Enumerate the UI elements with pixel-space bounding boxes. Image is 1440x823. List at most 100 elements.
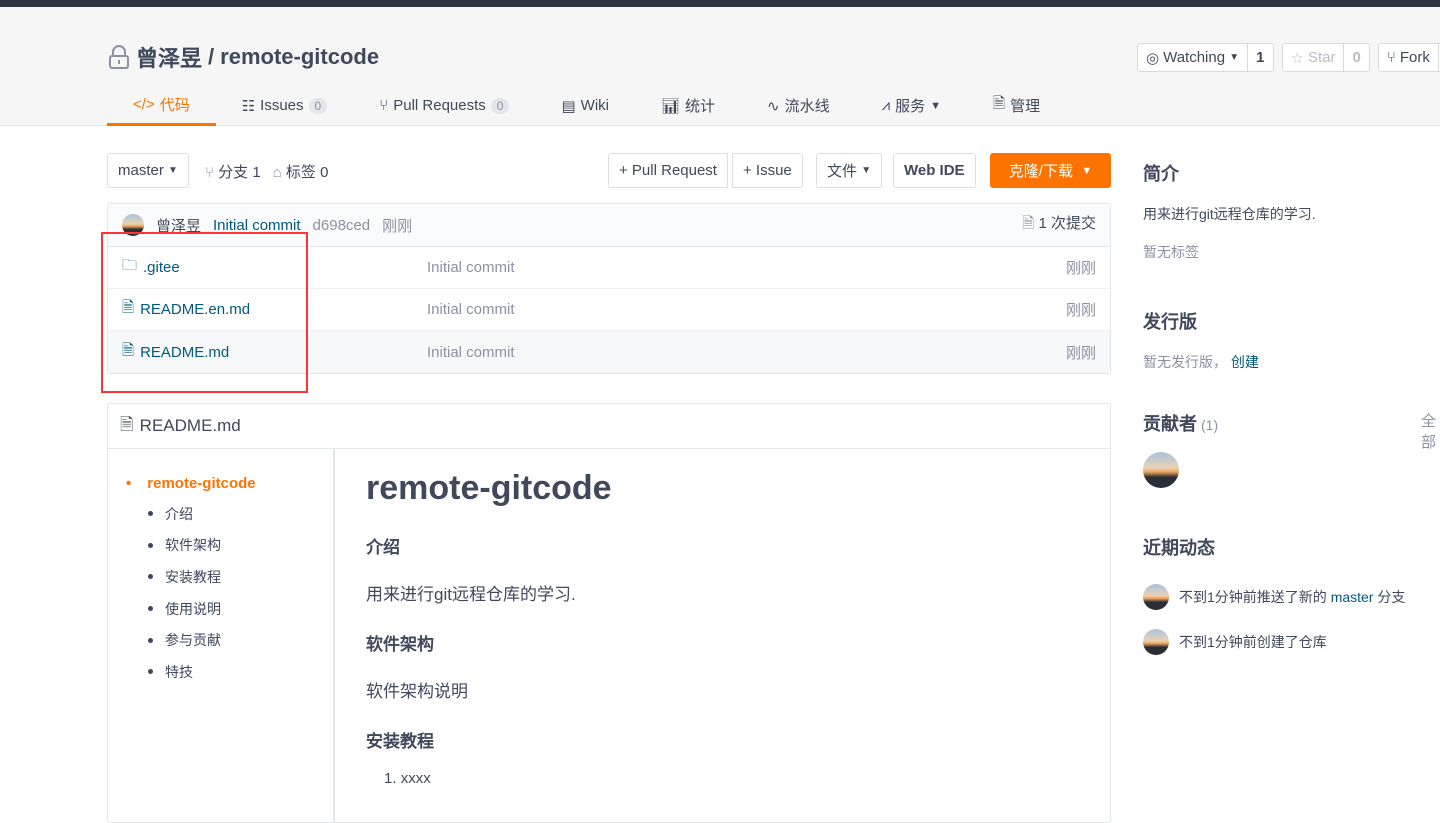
toc-label: 参与贡献 bbox=[165, 632, 221, 649]
fork-button[interactable]: ⑂ Fork bbox=[1377, 43, 1440, 72]
star-count[interactable]: 0 bbox=[1343, 44, 1368, 71]
repo-owner[interactable]: 曾泽昱 bbox=[136, 41, 202, 73]
new-pr-button[interactable]: + Pull Request bbox=[608, 153, 728, 188]
watch-button[interactable]: ◎ Watching ▼ 1 bbox=[1137, 43, 1274, 72]
web-ide-button[interactable]: Web IDE bbox=[893, 153, 976, 188]
release-title: 发行版 bbox=[1143, 312, 1197, 332]
avatar[interactable] bbox=[1143, 629, 1169, 655]
branch-select[interactable]: master ▼ bbox=[107, 153, 189, 188]
branch-icon: ⑂ bbox=[205, 164, 219, 181]
activity-text: 不到1分钟前创建了仓库 bbox=[1179, 634, 1327, 650]
avatar[interactable] bbox=[1143, 584, 1169, 610]
book-icon: ▤ bbox=[561, 97, 576, 115]
tab-wiki[interactable]: ▤ Wiki bbox=[535, 85, 635, 126]
highlight-annotation-box bbox=[101, 232, 308, 393]
tab-services[interactable]: ⩘ 服务 ▼ bbox=[856, 85, 967, 126]
repo-tabs: </> 代码 ☷ Issues 0 ⑂ Pull Requests 0 ▤ Wiki 📊︎ 统… bbox=[107, 85, 1066, 126]
readme-heading: 介绍 bbox=[366, 538, 400, 557]
caret-down-icon: ▼ bbox=[861, 165, 872, 176]
toc-item[interactable]: 参与贡献 bbox=[108, 624, 333, 656]
activity-title: 近期动态 bbox=[1143, 538, 1215, 558]
issues-icon: ☷ bbox=[241, 97, 256, 115]
file-time: 刚刚 bbox=[1065, 344, 1096, 362]
toc-label: 软件架构 bbox=[165, 537, 221, 554]
commit-list-icon: 🗎︎ bbox=[1022, 215, 1039, 232]
readme-content: remote-gitcode 介绍 用来进行git远程仓库的学习. 软件架构 软… bbox=[366, 449, 612, 787]
readme-paragraph: 软件架构说明 bbox=[366, 682, 468, 701]
file-text-icon: 🗎︎ bbox=[120, 414, 134, 434]
tab-pull-requests[interactable]: ⑂ Pull Requests 0 bbox=[353, 85, 535, 126]
repo-sidebar: 简介 用来进行git远程仓库的学习. 暂无标签 发行版 暂无发行版， 创建 贡献… bbox=[1143, 150, 1440, 655]
commit-count-link[interactable]: 🗎︎ 1 次提交 bbox=[1022, 212, 1096, 238]
toc-item[interactable]: 软件架构 bbox=[108, 530, 333, 562]
tab-stats[interactable]: 📊︎ 统计 bbox=[635, 85, 741, 126]
branch-label: master bbox=[118, 162, 164, 179]
caret-down-icon: ▼ bbox=[1081, 164, 1093, 177]
no-tags-text: 暂无标签 bbox=[1143, 244, 1199, 260]
pr-count: 0 bbox=[490, 97, 510, 114]
file-time: 刚刚 bbox=[1065, 260, 1096, 277]
file-commit-msg[interactable]: Initial commit bbox=[427, 344, 515, 361]
star-icon: ☆ bbox=[1290, 49, 1304, 67]
readme-filename: README.md bbox=[139, 416, 241, 435]
toc-item[interactable]: 介绍 bbox=[108, 498, 333, 530]
tab-pipeline[interactable]: ∿ 流水线 bbox=[741, 85, 856, 126]
tab-code[interactable]: </> 代码 bbox=[107, 85, 216, 126]
toc-item[interactable]: 使用说明 bbox=[108, 593, 333, 625]
caret-down-icon: ▼ bbox=[168, 165, 178, 176]
new-issue-button[interactable]: + Issue bbox=[732, 153, 803, 188]
create-release-link[interactable]: 创建 bbox=[1231, 354, 1259, 370]
readme-list-item: 1. xxxx bbox=[384, 770, 431, 787]
toc-label: 特技 bbox=[165, 663, 193, 680]
repo-toolbar: master ▼ ⑂ 分支 1 ⌂ 标签 0 + Pull Request + … bbox=[107, 153, 1111, 188]
watch-count[interactable]: 1 bbox=[1247, 44, 1272, 71]
file-time: 刚刚 bbox=[1065, 302, 1096, 319]
star-button[interactable]: ☆ Star 0 bbox=[1281, 43, 1370, 72]
tab-label: Wiki bbox=[580, 97, 609, 114]
clone-label: 克隆/下载 bbox=[1008, 163, 1073, 180]
issues-count: 0 bbox=[308, 97, 328, 114]
readme-paragraph: 用来进行git远程仓库的学习. bbox=[366, 585, 576, 604]
pull-request-icon: ⑂ bbox=[379, 97, 389, 114]
watch-label: Watching bbox=[1163, 49, 1226, 66]
clone-download-button[interactable]: 克隆/下载 ▼ bbox=[990, 153, 1111, 188]
tab-issues[interactable]: ☷ Issues 0 bbox=[216, 85, 354, 126]
tab-label: Issues bbox=[260, 97, 304, 114]
star-label: Star bbox=[1307, 49, 1336, 66]
commit-message[interactable]: Initial commit bbox=[213, 217, 301, 234]
tags-label: 标签 0 bbox=[285, 164, 329, 181]
caret-down-icon: ▼ bbox=[930, 99, 942, 112]
tab-label: 流水线 bbox=[784, 98, 830, 115]
branches-label: 分支 1 bbox=[218, 164, 261, 181]
settings-doc-icon: 🗎︎ bbox=[993, 95, 1006, 112]
toc-item[interactable]: 安装教程 bbox=[108, 561, 333, 593]
tab-label: 代码 bbox=[159, 96, 190, 114]
toc-item[interactable]: 特技 bbox=[108, 656, 333, 688]
toc-label: remote-gitcode bbox=[147, 475, 256, 492]
lock-icon bbox=[109, 45, 129, 69]
toc-label: 使用说明 bbox=[165, 600, 221, 617]
chart-icon: 📊︎ bbox=[660, 97, 681, 115]
toc-label: 介绍 bbox=[165, 505, 193, 522]
file-menu-button[interactable]: 文件 ▼ bbox=[816, 153, 883, 188]
fork-label: Fork bbox=[1399, 49, 1430, 66]
eye-icon: ◎ bbox=[1146, 49, 1160, 67]
all-contributors-link[interactable]: 全部 bbox=[1421, 410, 1440, 452]
repo-name[interactable]: remote-gitcode bbox=[220, 44, 379, 70]
branch-link[interactable]: master bbox=[1331, 589, 1374, 605]
file-label: 文件 bbox=[827, 163, 858, 180]
tab-label: 统计 bbox=[685, 98, 716, 115]
toc-item[interactable]: • remote-gitcode bbox=[108, 475, 333, 492]
branches-link[interactable]: ⑂ 分支 1 bbox=[205, 161, 261, 182]
repo-title: 曾泽昱 / remote-gitcode bbox=[108, 41, 379, 73]
contributor-avatar[interactable] bbox=[1143, 452, 1179, 488]
readme-header: 🗎︎ README.md bbox=[108, 404, 1110, 449]
commit-hash[interactable]: d698ced bbox=[313, 217, 371, 234]
tags-link[interactable]: ⌂ 标签 0 bbox=[273, 161, 329, 182]
tab-manage[interactable]: 🗎︎ 管理 bbox=[967, 85, 1066, 126]
file-commit-msg[interactable]: Initial commit bbox=[427, 301, 515, 318]
commit-count: 1 次提交 bbox=[1038, 215, 1096, 232]
contributors-count: (1) bbox=[1201, 417, 1219, 433]
activity-text: 不到1分钟前推送了新的 bbox=[1179, 589, 1331, 605]
file-commit-msg[interactable]: Initial commit bbox=[427, 259, 515, 276]
